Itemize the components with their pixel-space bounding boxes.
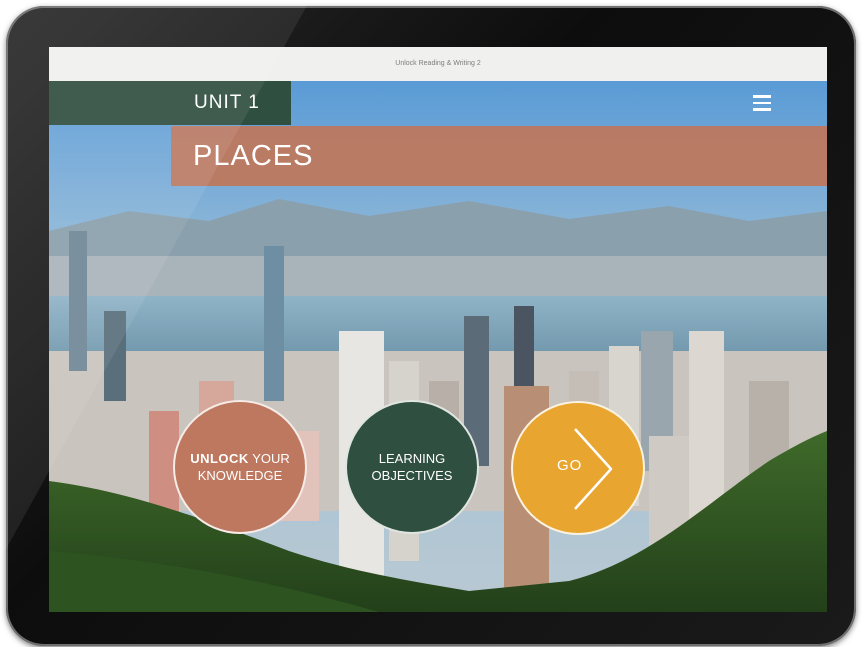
go-label: GO (557, 457, 583, 474)
hamburger-menu-icon[interactable] (753, 95, 771, 111)
unlock-your-knowledge-button[interactable]: UNLOCK YOUR KNOWLEDGE (173, 400, 307, 534)
learning-objectives-button[interactable]: LEARNING OBJECTIVES (345, 400, 479, 534)
objectives-line1-label: LEARNING (378, 451, 446, 466)
unlock-line2-label: KNOWLEDGE (197, 468, 283, 483)
objectives-line2-label: OBJECTIVES (371, 468, 453, 483)
app-screen: Unlock Reading & Writing 2 UNIT 1 PLACES… (49, 47, 827, 612)
unlock-bold-label: UNLOCK (190, 451, 249, 466)
unlock-rest-label: YOUR (252, 451, 290, 466)
page-title: PLACES (171, 126, 827, 186)
unit-label: UNIT 1 (49, 81, 291, 125)
go-button[interactable]: GO (511, 401, 645, 535)
status-bar-title: Unlock Reading & Writing 2 (49, 47, 827, 81)
